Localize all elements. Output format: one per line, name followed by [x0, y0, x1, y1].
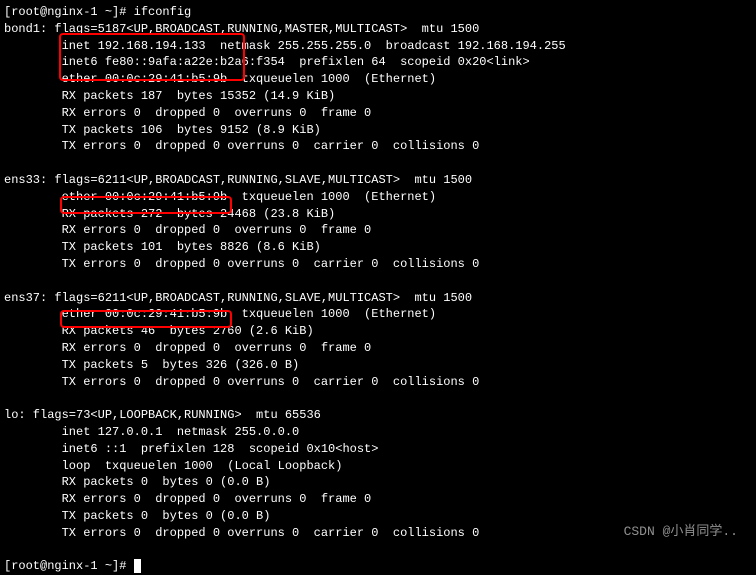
- lo-inet6: inet6 ::1 prefixlen 128 scopeid 0x10<hos…: [4, 441, 752, 458]
- lo-loop: loop txqueuelen 1000 (Local Loopback): [4, 458, 752, 475]
- blank-line: [4, 542, 752, 559]
- ens37-rx-packets: RX packets 46 bytes 2760 (2.6 KiB): [4, 323, 752, 340]
- blank-line: [4, 273, 752, 290]
- prompt-line[interactable]: [root@nginx-1 ~]# ifconfig: [4, 4, 752, 21]
- ens37-tx-errors: TX errors 0 dropped 0 overruns 0 carrier…: [4, 374, 752, 391]
- lo-rx-errors: RX errors 0 dropped 0 overruns 0 frame 0: [4, 491, 752, 508]
- ens33-tx-errors: TX errors 0 dropped 0 overruns 0 carrier…: [4, 256, 752, 273]
- cursor-icon: [134, 559, 141, 573]
- bond1-tx-errors: TX errors 0 dropped 0 overruns 0 carrier…: [4, 138, 752, 155]
- lo-rx-packets: RX packets 0 bytes 0 (0.0 B): [4, 474, 752, 491]
- bond1-tx-packets: TX packets 106 bytes 9152 (8.9 KiB): [4, 122, 752, 139]
- blank-line: [4, 390, 752, 407]
- bond1-inet6: inet6 fe80::9afa:a22e:b2a6:f354 prefixle…: [4, 54, 752, 71]
- ens37-ether: ether 00:0c:29:41:b5:9b txqueuelen 1000 …: [4, 306, 752, 323]
- blank-line: [4, 155, 752, 172]
- bond1-rx-errors: RX errors 0 dropped 0 overruns 0 frame 0: [4, 105, 752, 122]
- bond1-inet: inet 192.168.194.133 netmask 255.255.255…: [4, 38, 752, 55]
- bond1-header: bond1: flags=5187<UP,BROADCAST,RUNNING,M…: [4, 21, 752, 38]
- ens37-header: ens37: flags=6211<UP,BROADCAST,RUNNING,S…: [4, 290, 752, 307]
- ens33-tx-packets: TX packets 101 bytes 8826 (8.6 KiB): [4, 239, 752, 256]
- lo-inet: inet 127.0.0.1 netmask 255.0.0.0: [4, 424, 752, 441]
- lo-header: lo: flags=73<UP,LOOPBACK,RUNNING> mtu 65…: [4, 407, 752, 424]
- ens33-ether: ether 00:0c:29:41:b5:9b txqueuelen 1000 …: [4, 189, 752, 206]
- watermark-text: CSDN @小肖同学..: [624, 523, 738, 541]
- ens37-tx-packets: TX packets 5 bytes 326 (326.0 B): [4, 357, 752, 374]
- ens33-rx-errors: RX errors 0 dropped 0 overruns 0 frame 0: [4, 222, 752, 239]
- ens33-header: ens33: flags=6211<UP,BROADCAST,RUNNING,S…: [4, 172, 752, 189]
- bond1-ether: ether 00:0c:29:41:b5:9b txqueuelen 1000 …: [4, 71, 752, 88]
- ens33-rx-packets: RX packets 272 bytes 24468 (23.8 KiB): [4, 206, 752, 223]
- ens37-rx-errors: RX errors 0 dropped 0 overruns 0 frame 0: [4, 340, 752, 357]
- prompt-line-2[interactable]: [root@nginx-1 ~]#: [4, 558, 752, 575]
- bond1-rx-packets: RX packets 187 bytes 15352 (14.9 KiB): [4, 88, 752, 105]
